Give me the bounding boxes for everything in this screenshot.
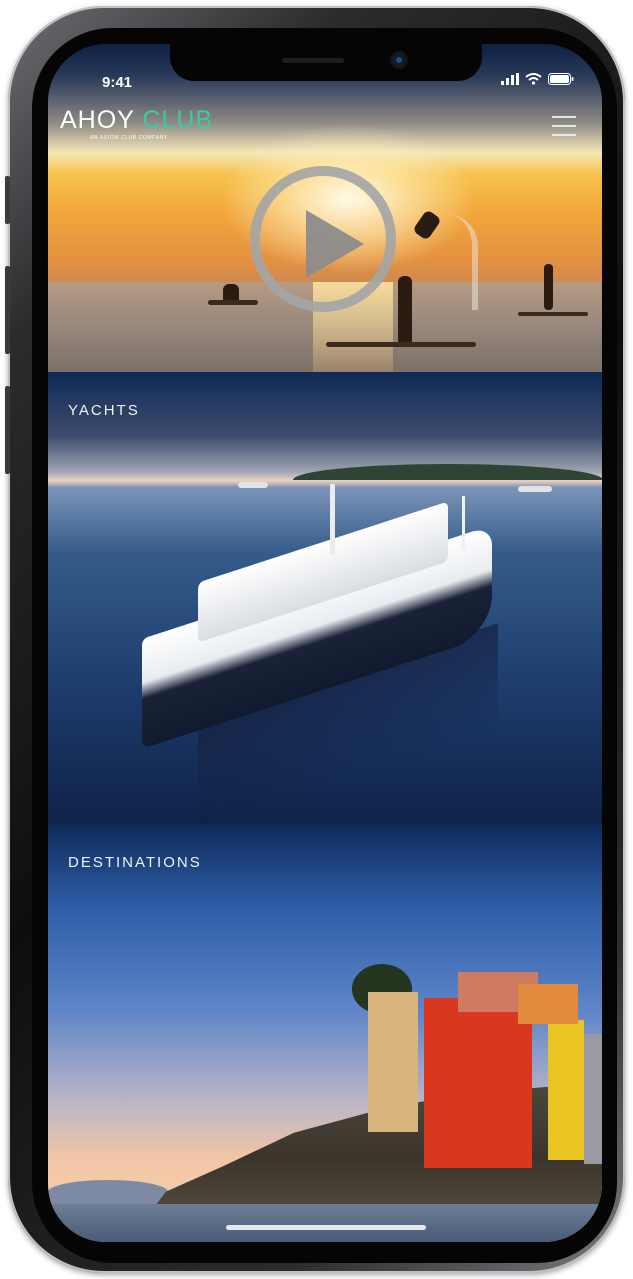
play-icon[interactable]	[250, 166, 396, 312]
distant-coastline	[293, 464, 602, 480]
app-screen: 9:41 AHOY CLUB AN AXIOM CLUB COMPANY YAC…	[48, 44, 602, 1242]
mute-switch	[5, 176, 10, 224]
distant-boat	[238, 482, 268, 488]
volume-down-button	[5, 386, 10, 474]
status-icons	[501, 73, 574, 85]
building-orange	[518, 984, 578, 1024]
building-beige	[368, 992, 418, 1132]
yachts-label: YACHTS	[68, 402, 140, 419]
notch	[170, 44, 482, 81]
paddle-boarder-main	[398, 276, 412, 346]
battery-icon	[548, 73, 574, 85]
logo-primary-text: AHOY	[60, 106, 135, 134]
destinations-section[interactable]: DESTINATIONS	[48, 824, 602, 1242]
building-yellow	[548, 1020, 584, 1160]
harbour-water	[48, 1204, 602, 1242]
paddle-board-right	[518, 312, 588, 316]
building-grey	[584, 1034, 602, 1164]
logo-tagline: AN AXIOM CLUB COMPANY	[90, 135, 168, 141]
distant-boat	[518, 486, 552, 492]
logo-accent-text: CLUB	[142, 106, 214, 134]
yacht-antenna	[462, 496, 465, 550]
paddle-board-main	[326, 342, 476, 347]
hamburger-menu-icon[interactable]	[552, 116, 576, 136]
yacht-mast	[330, 484, 335, 554]
status-time: 9:41	[102, 74, 133, 91]
front-camera	[392, 53, 406, 67]
building-red	[424, 998, 532, 1168]
brand-logo[interactable]: AHOY CLUB AN AXIOM CLUB COMPANY	[60, 106, 214, 142]
yachts-section[interactable]: YACHTS	[48, 372, 602, 831]
jet-ski	[208, 300, 258, 305]
home-indicator[interactable]	[226, 1225, 426, 1230]
paddle-boarder-right	[544, 264, 553, 310]
distant-hills	[48, 1180, 168, 1204]
water-jet-spray	[446, 214, 478, 310]
volume-up-button	[5, 266, 10, 354]
signal-icon	[501, 73, 519, 85]
speaker-grille	[282, 58, 344, 63]
hero-video[interactable]: AHOY CLUB AN AXIOM CLUB COMPANY	[48, 44, 602, 372]
destinations-label: DESTINATIONS	[68, 854, 202, 871]
wifi-icon	[525, 73, 542, 85]
